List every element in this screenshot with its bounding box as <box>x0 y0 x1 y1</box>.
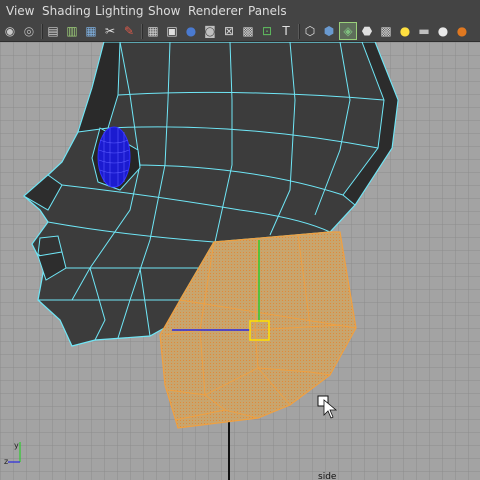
grease-pencil-icon[interactable]: ✎ <box>121 23 137 39</box>
smooth-shade-icon[interactable]: ⬢ <box>321 23 337 39</box>
toolbar-separator <box>141 24 143 39</box>
resolution-gate-icon[interactable]: ● <box>183 23 199 39</box>
menu-shading[interactable]: Shading <box>42 4 91 18</box>
shadows-icon[interactable]: ▬ <box>416 23 432 39</box>
axis-y-label: y <box>14 441 19 450</box>
toolbar-separator <box>298 24 300 39</box>
side-viewport[interactable]: y z side <box>0 42 480 480</box>
two-d-pan-zoom-icon[interactable]: ✂ <box>102 23 118 39</box>
camera-attributes-icon[interactable]: ▤ <box>45 23 61 39</box>
safe-title-icon[interactable]: ⊡ <box>259 23 275 39</box>
wireframe-icon[interactable]: ⬡ <box>302 23 318 39</box>
menu-lighting[interactable]: Lighting <box>95 4 144 18</box>
image-plane-icon[interactable]: ▦ <box>83 23 99 39</box>
use-all-lights-icon[interactable]: ● <box>397 23 413 39</box>
lock-camera-icon[interactable]: ◎ <box>21 23 37 39</box>
ambient-occlusion-icon[interactable]: ● <box>435 23 451 39</box>
axis-z-label: z <box>4 457 9 466</box>
menu-renderer[interactable]: Renderer <box>188 4 243 18</box>
field-chart-icon[interactable]: ⊠ <box>221 23 237 39</box>
motion-blur-icon[interactable]: ● <box>454 23 470 39</box>
menu-panels[interactable]: Panels <box>248 4 287 18</box>
film-gate-icon[interactable]: ▣ <box>164 23 180 39</box>
viewport-scene[interactable] <box>0 42 480 480</box>
camera-name-label: side <box>318 472 337 480</box>
bookmark-icon[interactable]: ▥ <box>64 23 80 39</box>
panel-menu-bar: View Shading Lighting Show Renderer Pane… <box>0 0 480 22</box>
panel-toolbar: ◉ ◎ ▤ ▥ ▦ ✂ ✎ ▦ ▣ ● ◙ ⊠ ▩ ⊡ T ⬡ ⬢ ◈ ⬣ ▩ ● ▬ ● ● <box>0 22 480 42</box>
isolate-select-icon[interactable]: T <box>278 23 294 39</box>
default-material-icon[interactable]: ⬣ <box>359 23 375 39</box>
menu-show[interactable]: Show <box>148 4 180 18</box>
grid-icon[interactable]: ▦ <box>145 23 161 39</box>
toolbar-separator <box>41 24 43 39</box>
select-camera-icon[interactable]: ◉ <box>2 23 18 39</box>
menu-view[interactable]: View <box>6 4 34 18</box>
textured-icon[interactable]: ▩ <box>378 23 394 39</box>
eyeball[interactable] <box>97 126 131 188</box>
gate-mask-icon[interactable]: ◙ <box>202 23 218 39</box>
wireframe-on-shaded-icon[interactable]: ◈ <box>339 22 357 40</box>
safe-action-icon[interactable]: ▩ <box>240 23 256 39</box>
maya-panel: View Shading Lighting Show Renderer Pane… <box>0 0 480 480</box>
